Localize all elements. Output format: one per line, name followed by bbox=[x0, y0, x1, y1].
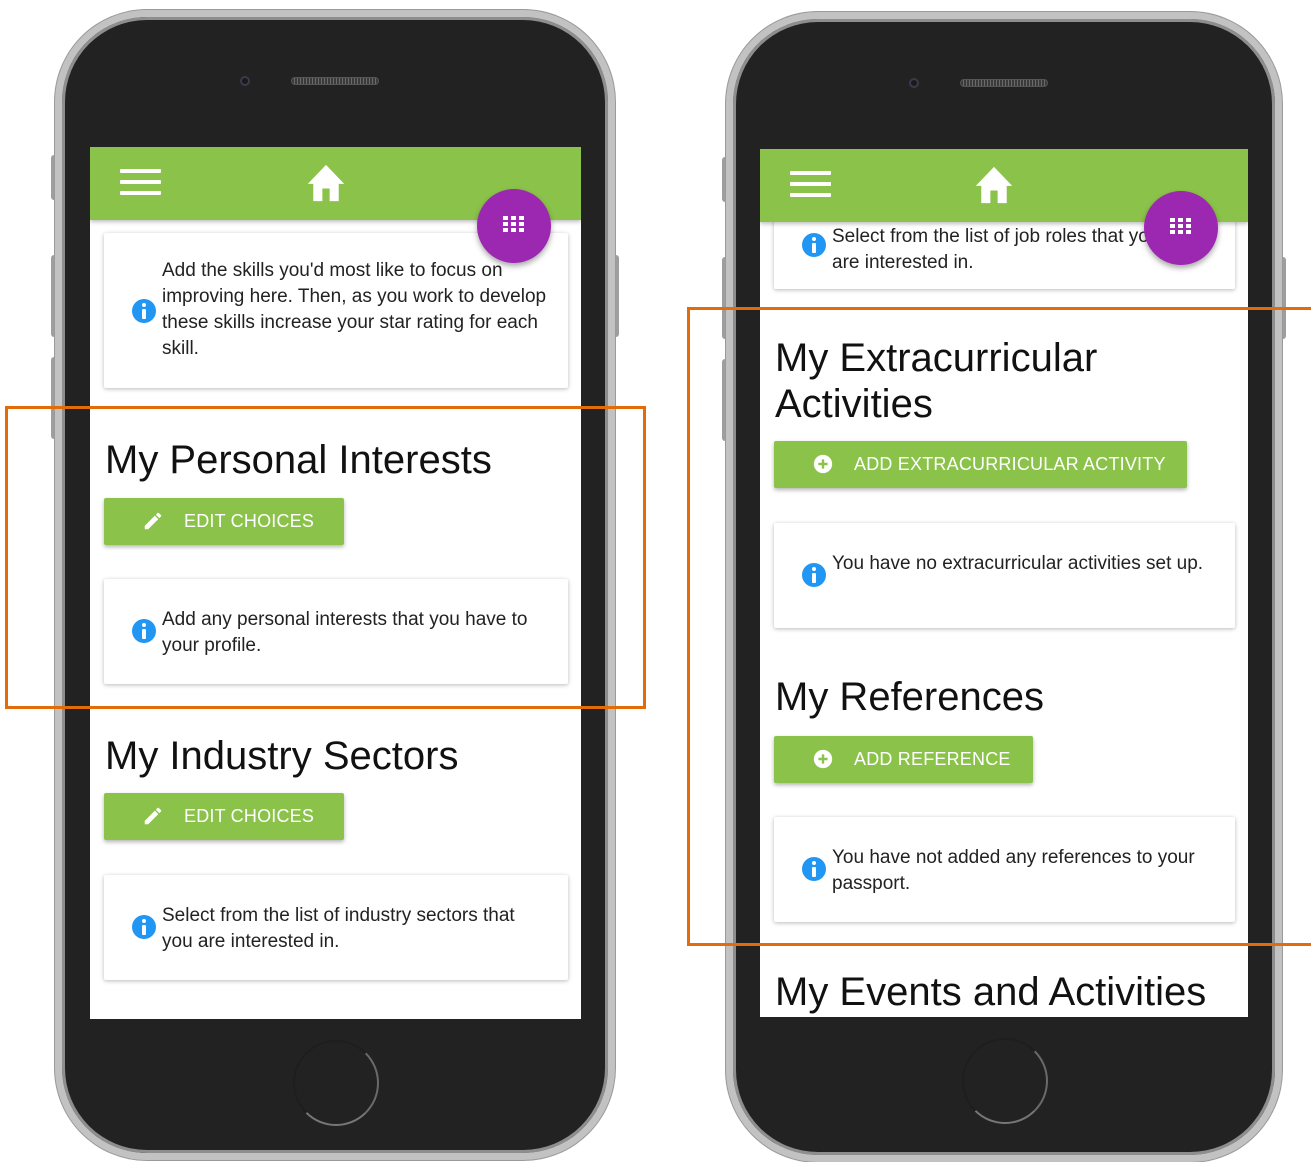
info-circle-icon bbox=[802, 563, 826, 587]
references-info-card: You have not added any references to you… bbox=[774, 817, 1235, 922]
edit-industry-sectors-button[interactable]: EDIT CHOICES bbox=[104, 793, 344, 840]
left-phone-home-button[interactable] bbox=[293, 1040, 379, 1126]
apps-fab-button[interactable] bbox=[477, 189, 551, 263]
extracurricular-title: My Extracurricular Activities bbox=[775, 335, 1097, 427]
pencil-icon bbox=[144, 512, 162, 530]
hamburger-menu-icon[interactable] bbox=[790, 171, 831, 197]
add-reference-button[interactable]: ADD REFERENCE bbox=[774, 736, 1033, 783]
job-roles-info-text: Select from the list of job roles that y… bbox=[832, 226, 1160, 273]
home-icon[interactable] bbox=[972, 165, 1016, 205]
add-extracurricular-activity-label: ADD EXTRACURRICULAR ACTIVITY bbox=[854, 454, 1166, 474]
pencil-icon bbox=[144, 807, 162, 825]
left-phone-screen: Add the skills you'd most like to focus … bbox=[90, 147, 581, 1019]
personal-interests-title: My Personal Interests bbox=[105, 438, 492, 482]
info-circle-icon bbox=[132, 915, 156, 939]
plus-circle-icon bbox=[813, 749, 833, 769]
edit-choices-label: EDIT CHOICES bbox=[184, 806, 315, 826]
references-title: My References bbox=[775, 675, 1044, 719]
extracurricular-title-line1: My Extracurricular bbox=[775, 336, 1098, 380]
industry-sectors-info-card: Select from the list of industry sectors… bbox=[104, 875, 568, 980]
references-info-text: You have not added any references to you… bbox=[832, 847, 1195, 894]
left-phone-speaker bbox=[291, 77, 379, 85]
personal-interests-info-text: Add any personal interests that you have… bbox=[162, 609, 528, 656]
right-phone-screen: Select from the list of job roles that y… bbox=[760, 149, 1248, 1017]
skills-info-text: Add the skills you'd most like to focus … bbox=[162, 260, 547, 359]
right-phone-camera bbox=[909, 78, 919, 88]
industry-sectors-title: My Industry Sectors bbox=[105, 734, 459, 778]
edit-personal-interests-button[interactable]: EDIT CHOICES bbox=[104, 498, 344, 545]
right-phone-speaker bbox=[960, 79, 1048, 87]
info-circle-icon bbox=[802, 233, 826, 257]
plus-circle-icon bbox=[813, 454, 833, 474]
add-extracurricular-activity-button[interactable]: ADD EXTRACURRICULAR ACTIVITY bbox=[774, 441, 1187, 488]
info-circle-icon bbox=[132, 299, 156, 323]
extracurricular-info-card: You have no extracurricular activities s… bbox=[774, 523, 1235, 628]
extracurricular-info-text: You have no extracurricular activities s… bbox=[832, 553, 1204, 574]
left-phone-camera bbox=[240, 76, 250, 86]
home-icon[interactable] bbox=[304, 163, 348, 203]
info-circle-icon bbox=[132, 619, 156, 643]
add-reference-label: ADD REFERENCE bbox=[854, 749, 1011, 769]
info-circle-icon bbox=[802, 857, 826, 881]
personal-interests-info-card: Add any personal interests that you have… bbox=[104, 579, 568, 684]
edit-choices-label: EDIT CHOICES bbox=[184, 511, 315, 531]
hamburger-menu-icon[interactable] bbox=[120, 169, 161, 195]
right-phone-home-button[interactable] bbox=[962, 1038, 1048, 1124]
apps-grid-icon bbox=[503, 216, 524, 234]
apps-grid-icon bbox=[1170, 218, 1191, 236]
apps-fab-button[interactable] bbox=[1144, 191, 1218, 265]
industry-sectors-info-text: Select from the list of industry sectors… bbox=[162, 905, 515, 952]
extracurricular-title-line2: Activities bbox=[775, 382, 933, 426]
events-activities-title: My Events and Activities bbox=[775, 970, 1207, 1014]
